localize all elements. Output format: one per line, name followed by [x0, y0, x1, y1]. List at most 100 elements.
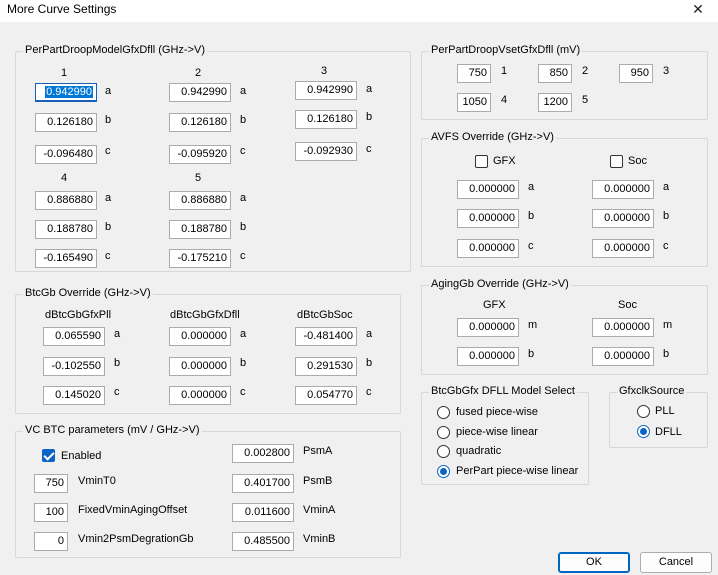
vset-1-label: 1 [501, 65, 508, 77]
avfs-gfx-b-input[interactable]: 0.000000 [457, 209, 519, 228]
vminT0-input[interactable]: 750 [34, 474, 68, 493]
btcgb-pll-a-input[interactable]: 0.065590 [43, 327, 105, 346]
btcgb-group: BtcGb Override (GHz->V) dBtcGbGfxPll dBt… [15, 287, 401, 414]
droop-1-c-label: c [105, 145, 111, 157]
droop-2-b-input[interactable]: 0.126180 [169, 113, 231, 132]
aginggb-soc-m-label: m [663, 319, 673, 331]
droop-3-a-input[interactable]: 0.942990 [295, 81, 357, 100]
droop-3-c-label: c [366, 143, 372, 155]
vminB-input[interactable]: 0.485500 [232, 532, 294, 551]
btcgb-dfll-b-label: b [240, 357, 247, 369]
cancel-button[interactable]: Cancel [640, 552, 712, 573]
droop-5-b-input[interactable]: 0.188780 [169, 220, 231, 239]
psmB-label: PsmB [303, 475, 333, 487]
droop-2-a-input[interactable]: 0.942990 [169, 83, 231, 102]
droop-3-b-input[interactable]: 0.126180 [295, 110, 357, 129]
droop-1-c-input[interactable]: -0.096480 [35, 145, 97, 164]
btcgb-pll-c-input[interactable]: 0.145020 [43, 386, 105, 405]
btcgb-pll-b-input[interactable]: -0.102550 [43, 357, 105, 376]
vset-1-input[interactable]: 750 [457, 64, 491, 83]
avfs-gfx-checkbox[interactable] [475, 155, 488, 168]
vminT0-label: VminT0 [78, 475, 116, 487]
ok-button[interactable]: OK [558, 552, 630, 573]
perpart-piece-wise-linear-radio[interactable] [437, 465, 450, 478]
avfs-soc-a-input[interactable]: 0.000000 [592, 180, 654, 199]
aginggb-gfx-b-input[interactable]: 0.000000 [457, 347, 519, 366]
quadratic-radio[interactable] [437, 445, 450, 458]
droop-model-group: PerPartDroopModelGfxDfll (GHz->V) 1 2 3 … [15, 44, 411, 272]
aginggb-soc-b-input[interactable]: 0.000000 [592, 347, 654, 366]
fused-piece-wise-radio[interactable] [437, 406, 450, 419]
gfxclk-source-legend: GfxclkSource [617, 385, 687, 397]
avfs-soc-a-label: a [663, 181, 670, 193]
dfll-radio[interactable] [637, 425, 650, 438]
avfs-soc-b-label: b [663, 210, 670, 222]
btcgb-dfll-b-input[interactable]: 0.000000 [169, 357, 231, 376]
btcgb-dfll-c-input[interactable]: 0.000000 [169, 386, 231, 405]
vmin2psm-degration-gb-label: Vmin2PsmDegrationGb [78, 533, 194, 545]
droop-5-c-input[interactable]: -0.175210 [169, 249, 231, 268]
btcgb-header-pll: dBtcGbGfxPll [45, 309, 112, 321]
dfll-label: DFLL [655, 426, 682, 438]
avfs-gfx-c-input[interactable]: 0.000000 [457, 239, 519, 258]
psmB-input[interactable]: 0.401700 [232, 474, 294, 493]
avfs-soc-c-input[interactable]: 0.000000 [592, 239, 654, 258]
droop-4-c-input[interactable]: -0.165490 [35, 249, 97, 268]
droop-1-a-value: 0.942990 [45, 86, 93, 98]
pll-label: PLL [655, 405, 675, 417]
droop-3-c-input[interactable]: -0.092930 [295, 142, 357, 161]
piece-wise-linear-radio[interactable] [437, 426, 450, 439]
avfs-gfx-b-label: b [528, 210, 535, 222]
btcgb-soc-a-label: a [366, 328, 373, 340]
enabled-checkbox[interactable] [42, 449, 55, 462]
aginggb-soc-m-input[interactable]: 0.000000 [592, 318, 654, 337]
avfs-group: AVFS Override (GHz->V) GFX Soc 0.000000 … [421, 131, 708, 267]
aginggb-group: AgingGb Override (GHz->V) GFX Soc 0.0000… [421, 278, 708, 375]
droop-2-c-input[interactable]: -0.095920 [169, 145, 231, 164]
btcgb-soc-c-input[interactable]: 0.054770 [295, 386, 357, 405]
droop-1-b-input[interactable]: 0.126180 [35, 113, 97, 132]
aginggb-header-gfx: GFX [483, 299, 506, 311]
aginggb-legend: AgingGb Override (GHz->V) [429, 278, 571, 290]
vset-2-input[interactable]: 850 [538, 64, 572, 83]
vset-4-label: 4 [501, 94, 508, 106]
droop-col-header-2: 2 [195, 67, 202, 79]
droop-1-a-input[interactable]: 0.942990 [35, 83, 97, 102]
vset-5-input[interactable]: 1200 [538, 93, 572, 112]
droop-1-a-label: a [105, 85, 112, 97]
close-icon[interactable]: ✕ [690, 1, 706, 17]
pll-radio[interactable] [637, 405, 650, 418]
avfs-soc-label: Soc [628, 155, 647, 167]
vset-4-input[interactable]: 1050 [457, 93, 491, 112]
droop-4-a-input[interactable]: 0.886880 [35, 191, 97, 210]
droop-5-a-input[interactable]: 0.886880 [169, 191, 231, 210]
droop-vset-group: PerPartDroopVsetGfxDfll (mV) 750 1 850 2… [421, 44, 708, 120]
aginggb-gfx-m-label: m [528, 319, 538, 331]
droop-2-b-label: b [240, 114, 247, 126]
btcgb-dfll-a-label: a [240, 328, 247, 340]
btcgb-soc-b-input[interactable]: 0.291530 [295, 357, 357, 376]
droop-4-b-input[interactable]: 0.188780 [35, 220, 97, 239]
vset-3-input[interactable]: 950 [619, 64, 653, 83]
droop-3-b-label: b [366, 111, 373, 123]
aginggb-gfx-m-input[interactable]: 0.000000 [457, 318, 519, 337]
quadratic-label: quadratic [456, 445, 502, 457]
btcgb-header-dfll: dBtcGbGfxDfll [170, 309, 240, 321]
droop-3-a-label: a [366, 83, 373, 95]
gfxclk-source-group: GfxclkSource PLL DFLL [609, 385, 708, 448]
btcgb-dfll-a-input[interactable]: 0.000000 [169, 327, 231, 346]
droop-4-b-label: b [105, 221, 112, 233]
vmin2psm-degration-gb-input[interactable]: 0 [34, 532, 68, 551]
btcgb-soc-a-input[interactable]: -0.481400 [295, 327, 357, 346]
avfs-soc-checkbox[interactable] [610, 155, 623, 168]
vminB-label: VminB [303, 533, 336, 545]
vminA-input[interactable]: 0.011600 [232, 503, 294, 522]
avfs-gfx-a-input[interactable]: 0.000000 [457, 180, 519, 199]
psmA-input[interactable]: 0.002800 [232, 444, 294, 463]
btcgb-dfll-c-label: c [240, 386, 246, 398]
fixed-vmin-aging-offset-input[interactable]: 100 [34, 503, 68, 522]
btcgb-soc-b-label: b [366, 357, 373, 369]
title-bar: More Curve Settings ✕ [0, 0, 718, 22]
avfs-soc-b-input[interactable]: 0.000000 [592, 209, 654, 228]
fused-piece-wise-label: fused piece-wise [456, 406, 538, 418]
